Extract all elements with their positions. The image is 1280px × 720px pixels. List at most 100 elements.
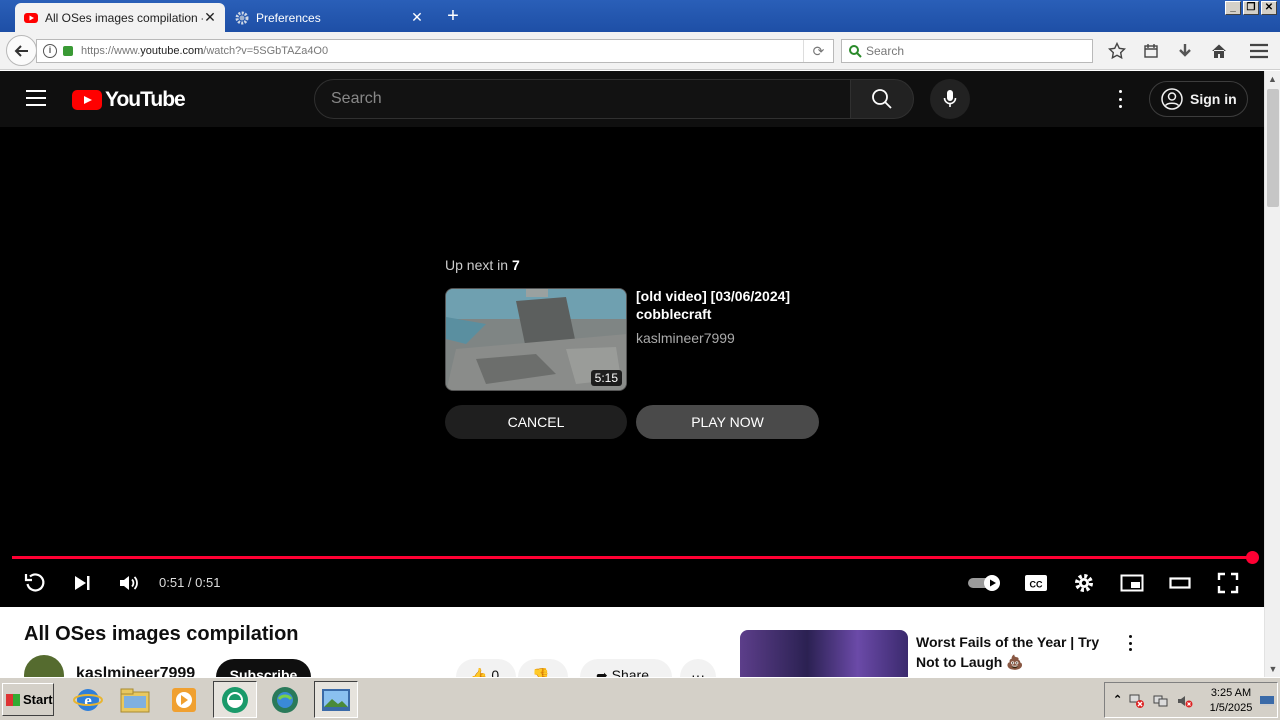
mute-button[interactable] (117, 571, 141, 595)
more-horizontal-icon: ··· (691, 667, 705, 677)
theater-mode-button[interactable] (1168, 571, 1192, 595)
microphone-icon (943, 90, 957, 107)
show-hidden-icons-icon[interactable]: ⌃ (1113, 693, 1129, 709)
autoplay-toggle[interactable] (966, 571, 1004, 595)
search-placeholder: Search (866, 44, 905, 58)
settings-button[interactable] (1072, 571, 1096, 595)
up-next-label: Up next in 7 (445, 257, 520, 273)
download-icon[interactable] (1168, 40, 1202, 62)
new-tab-button[interactable]: + (440, 4, 466, 28)
toolbar-icons (1100, 40, 1236, 62)
share-label: Share (611, 667, 649, 677)
back-button[interactable] (6, 35, 37, 66)
tab-label: Preferences (256, 10, 321, 25)
network-disconnected-icon[interactable] (1129, 693, 1145, 709)
youtube-play-logo-icon (72, 90, 102, 110)
logo-text: YouTube (105, 88, 186, 111)
recommended-thumbnail[interactable] (740, 630, 908, 677)
replay-button[interactable] (23, 571, 47, 595)
like-button[interactable]: 👍 0 (456, 659, 516, 677)
clock-time: 3:25 AM (1210, 687, 1252, 699)
firefox-taskbar-icon[interactable] (213, 681, 257, 718)
file-explorer-icon[interactable] (113, 681, 157, 718)
media-player-icon[interactable] (162, 681, 206, 718)
progress-scrubber[interactable] (1246, 551, 1259, 564)
vertical-scrollbar[interactable]: ▲ ▼ (1264, 71, 1280, 677)
more-actions-button[interactable]: ··· (680, 659, 716, 677)
browser-search-input[interactable]: Search (841, 39, 1093, 63)
url-text: https://www.youtube.com/watch?v=5SGbTAZa… (81, 45, 329, 57)
address-bar[interactable]: i https://www.youtube.com/watch?v=5SGbTA… (36, 39, 834, 63)
scroll-up-arrow-icon[interactable]: ▲ (1265, 71, 1280, 87)
channel-name[interactable]: kaslmineer7999 (76, 665, 195, 677)
internet-explorer-icon[interactable]: e (66, 681, 110, 718)
cancel-autoplay-button[interactable]: CANCEL (445, 405, 627, 439)
miniplayer-button[interactable] (1120, 571, 1144, 595)
hamburger-menu-icon[interactable] (1247, 40, 1271, 62)
network-icon[interactable] (1153, 693, 1169, 709)
scrollbar-thumb[interactable] (1267, 89, 1279, 207)
dislike-button[interactable]: 👎 (518, 659, 568, 677)
tab-youtube[interactable]: All OSes images compilation - Y ✕ (15, 3, 225, 32)
channel-avatar[interactable] (24, 655, 64, 677)
volume-icon (120, 576, 138, 590)
tab-preferences[interactable]: Preferences ✕ (226, 3, 432, 32)
close-tab-icon[interactable]: ✕ (203, 9, 217, 26)
svg-text:e: e (84, 691, 92, 710)
settings-more-icon[interactable] (1110, 89, 1130, 109)
tab-label: All OSes images compilation - Y (45, 10, 203, 25)
search-engine-icon (849, 45, 862, 58)
window-controls: _ ❐ ✕ (1225, 1, 1277, 15)
recommended-title[interactable]: Worst Fails of the Year | Try Not to Lau… (916, 632, 1121, 672)
next-button[interactable] (70, 571, 94, 595)
reload-icon[interactable]: ⟳ (803, 40, 833, 62)
close-window-button[interactable]: ✕ (1261, 1, 1277, 15)
thumbs-up-icon: 👍 (470, 667, 488, 677)
globe-app-icon[interactable] (263, 681, 307, 718)
guide-menu-icon[interactable] (26, 90, 46, 106)
duration-badge: 5:15 (590, 370, 622, 386)
youtube-search-input[interactable]: Search (314, 79, 851, 119)
account-icon (1161, 88, 1183, 110)
scroll-down-arrow-icon[interactable]: ▼ (1265, 661, 1280, 677)
search-button[interactable] (850, 79, 914, 119)
thumbs-down-icon: 👎 (532, 667, 550, 677)
youtube-logo[interactable]: YouTube (72, 88, 186, 112)
voice-search-button[interactable] (930, 79, 970, 119)
clock-date: 1/5/2025 (1209, 702, 1253, 714)
theater-mode-icon (1169, 577, 1191, 589)
browser-nav-bar: i https://www.youtube.com/watch?v=5SGbTA… (0, 32, 1280, 70)
youtube-favicon-icon (24, 12, 38, 23)
show-desktop-icon[interactable] (1259, 693, 1275, 709)
close-tab-icon[interactable]: ✕ (410, 9, 424, 26)
time-display: 0:51 / 0:51 (159, 575, 221, 590)
lock-icon (63, 46, 73, 56)
recommended-menu-icon[interactable] (1124, 635, 1136, 651)
system-tray: ⌃ 3:25 AM 1/5/2025 (1104, 682, 1278, 718)
fullscreen-button[interactable] (1216, 571, 1240, 595)
youtube-header: YouTube Search Sign in (0, 71, 1264, 127)
video-player[interactable]: Up next in 7 5:15 [old video] [03/06/202… (0, 127, 1264, 607)
info-icon[interactable]: i (43, 44, 57, 58)
play-now-button[interactable]: PLAY NOW (636, 405, 819, 439)
restore-button[interactable]: ❐ (1243, 1, 1259, 15)
next-video-title[interactable]: [old video] [03/06/2024] cobblecraft (636, 287, 826, 323)
system-clock[interactable]: 3:25 AM 1/5/2025 (1205, 686, 1257, 716)
bookmark-star-icon[interactable] (1100, 40, 1134, 62)
start-button[interactable]: Start (2, 683, 54, 716)
home-icon[interactable] (1202, 40, 1236, 62)
subtitles-button[interactable]: CC (1024, 571, 1048, 595)
subscribe-button[interactable]: Subscribe (216, 659, 311, 677)
reading-list-icon[interactable] (1134, 40, 1168, 62)
share-icon: ➦ (596, 667, 608, 677)
countdown-value: 7 (511, 257, 520, 273)
progress-bar[interactable] (12, 556, 1252, 559)
browser-tab-bar: All OSes images compilation - Y ✕ Prefer… (0, 0, 1280, 32)
volume-muted-icon[interactable] (1177, 693, 1193, 709)
sign-in-button[interactable]: Sign in (1149, 81, 1248, 117)
share-button[interactable]: ➦ Share (580, 659, 672, 677)
image-viewer-icon[interactable] (314, 681, 358, 718)
next-video-thumbnail[interactable]: 5:15 (445, 288, 627, 391)
minimize-button[interactable]: _ (1225, 1, 1241, 15)
next-video-channel[interactable]: kaslmineer7999 (636, 330, 735, 346)
